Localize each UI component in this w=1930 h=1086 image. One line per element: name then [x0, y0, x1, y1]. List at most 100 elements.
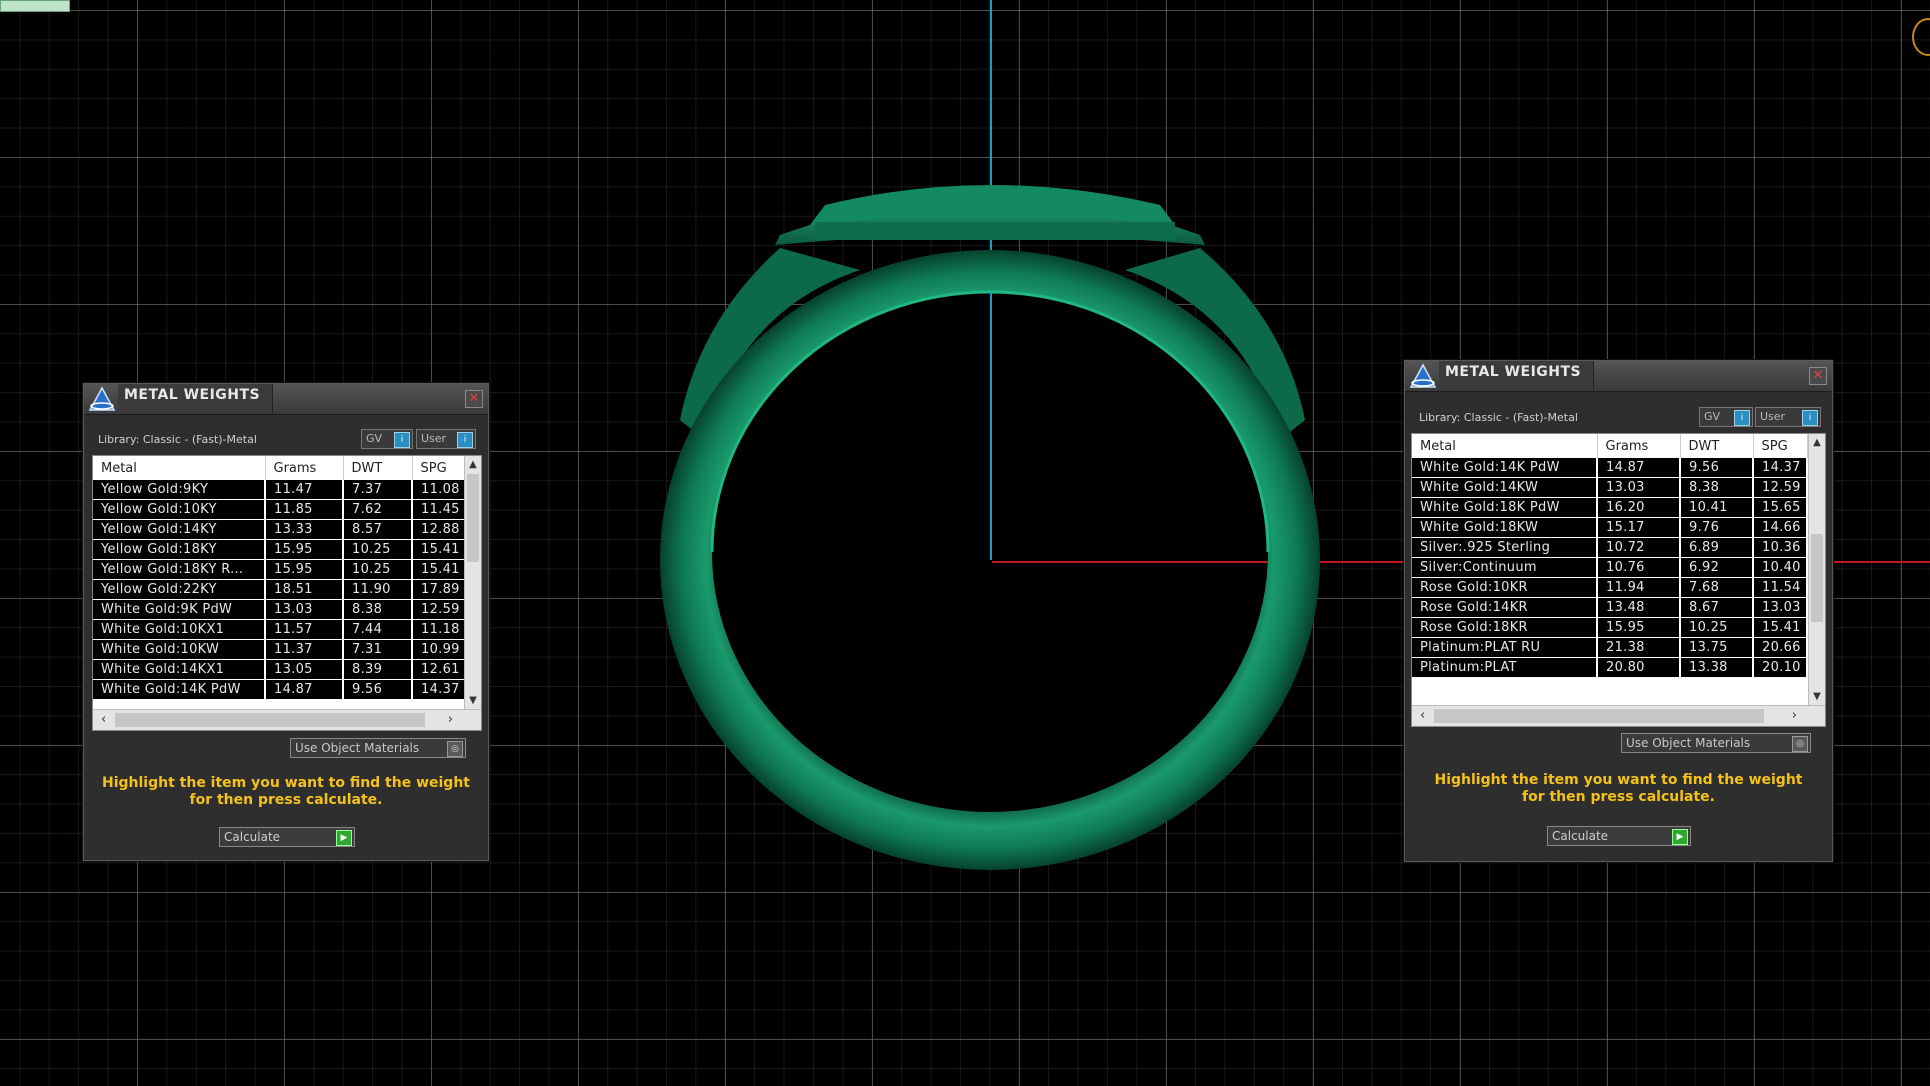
table-cell-grams: 15.95	[265, 539, 344, 560]
table-cell-spg: 12.59	[412, 599, 466, 620]
table-row[interactable]: Platinum:PLAT 20.80 13.38 20.10	[1412, 657, 1808, 678]
user-toggle[interactable]: User i	[1755, 407, 1821, 427]
library-row: Library: Classic - (Fast)-Metal GV i Use…	[1405, 405, 1832, 429]
metal-table[interactable]: Metal Grams DWT SPG Yellow Gold:9KY 11.47 7.3…	[92, 455, 482, 731]
use-object-materials-dropdown[interactable]: Use Object Materials ◎	[290, 738, 466, 758]
table-row[interactable]: Rose Gold:18KR 15.95 10.25 15.41	[1412, 617, 1808, 638]
instruction-line-2: for then press calculate.	[189, 792, 383, 808]
gv-toggle[interactable]: GV i	[1699, 407, 1753, 427]
calculate-label: Calculate	[1552, 829, 1609, 843]
calculate-label: Calculate	[224, 830, 281, 844]
scroll-left-icon[interactable]: ‹	[1420, 708, 1425, 723]
column-header-grams[interactable]: Grams	[265, 456, 344, 480]
table-row[interactable]: Yellow Gold:10KY 11.85 7.62 11.45	[93, 499, 466, 520]
table-cell-grams: 11.85	[265, 499, 344, 520]
table-row[interactable]: White Gold:18KW 15.17 9.76 14.66	[1412, 517, 1808, 538]
table-cell-spg: 11.54	[1753, 577, 1808, 598]
table-row[interactable]: Yellow Gold:22KY 18.51 11.90 17.89	[93, 579, 466, 600]
table-row[interactable]: White Gold:14K PdW 14.87 9.56 14.37	[1412, 458, 1808, 478]
scroll-thumb[interactable]	[467, 474, 479, 562]
panel-title-bar[interactable]: METAL WEIGHTS ✕	[1405, 361, 1832, 392]
column-header-spg[interactable]: SPG	[412, 456, 466, 480]
table-cell-dwt: 8.38	[343, 599, 413, 620]
panel-title-bar[interactable]: METAL WEIGHTS ✕	[84, 384, 488, 415]
gv-info-icon: i	[1734, 410, 1750, 426]
instruction-line-2: for then press calculate.	[1521, 789, 1715, 805]
library-label: Library: Classic - (Fast)-Metal	[98, 433, 257, 446]
table-row[interactable]: Yellow Gold:18KY 15.95 10.25 15.41	[93, 539, 466, 560]
table-cell-dwt: 10.25	[343, 559, 413, 580]
vertical-scrollbar[interactable]: ▲ ▼	[1808, 434, 1825, 706]
user-toggle[interactable]: User i	[416, 429, 476, 449]
table-row[interactable]: Yellow Gold:9KY 11.47 7.37 11.08	[93, 480, 466, 500]
table-cell-spg: 15.41	[1753, 617, 1808, 638]
table-row[interactable]: White Gold:10KX1 11.57 7.44 11.18	[93, 619, 466, 640]
column-header-spg[interactable]: SPG	[1753, 434, 1808, 458]
dropdown-icon: ◎	[1792, 736, 1808, 752]
table-cell-dwt: 9.56	[1680, 458, 1754, 478]
table-cell-dwt: 8.57	[343, 519, 413, 540]
use-object-materials-dropdown[interactable]: Use Object Materials ◎	[1621, 733, 1811, 753]
table-row[interactable]: White Gold:14K PdW 14.87 9.56 14.37	[93, 679, 466, 700]
table-header-row: Metal Grams DWT SPG	[93, 456, 466, 480]
table-cell-dwt: 7.62	[343, 499, 413, 520]
scroll-right-icon[interactable]: ›	[448, 712, 453, 727]
table-cell-metal: Silver:Continuum	[1412, 557, 1598, 578]
table-cell-metal: Yellow Gold:22KY	[93, 579, 266, 600]
vertical-scrollbar[interactable]: ▲ ▼	[464, 456, 481, 710]
table-cell-dwt: 7.37	[343, 480, 413, 500]
column-header-metal[interactable]: Metal	[93, 456, 266, 480]
hscroll-thumb[interactable]	[115, 713, 425, 727]
table-cell-metal: White Gold:10KW	[93, 639, 266, 660]
column-header-dwt[interactable]: DWT	[1680, 434, 1754, 458]
close-icon[interactable]: ✕	[1809, 367, 1827, 385]
table-cell-grams: 13.03	[1597, 477, 1681, 498]
calculate-button[interactable]: Calculate ▶	[1547, 826, 1691, 846]
scroll-up-icon[interactable]: ▲	[1809, 436, 1825, 450]
horizontal-scrollbar[interactable]: ‹ ›	[93, 709, 481, 730]
table-row[interactable]: Yellow Gold:18KY R... 15.95 10.25 15.41	[93, 559, 466, 580]
library-label: Library: Classic - (Fast)-Metal	[1419, 411, 1578, 424]
table-row[interactable]: Platinum:PLAT RU 21.38 13.75 20.66	[1412, 637, 1808, 658]
scroll-right-icon[interactable]: ›	[1792, 708, 1797, 723]
table-cell-metal: Rose Gold:14KR	[1412, 597, 1598, 618]
scroll-thumb[interactable]	[1811, 534, 1823, 622]
table-cell-dwt: 8.38	[1680, 477, 1754, 498]
use-object-materials-label: Use Object Materials	[1626, 736, 1751, 750]
table-cell-dwt: 6.89	[1680, 537, 1754, 558]
metal-table[interactable]: Metal Grams DWT SPG White Gold:14K PdW 14.87…	[1411, 433, 1826, 727]
table-row[interactable]: White Gold:14KX1 13.05 8.39 12.61	[93, 659, 466, 680]
table-cell-metal: White Gold:14K PdW	[1412, 458, 1598, 478]
scroll-left-icon[interactable]: ‹	[101, 712, 106, 727]
user-toggle-label: User	[421, 432, 447, 445]
column-header-grams[interactable]: Grams	[1597, 434, 1681, 458]
hscroll-thumb[interactable]	[1434, 709, 1764, 723]
play-icon: ▶	[336, 830, 352, 846]
table-cell-metal: Rose Gold:18KR	[1412, 617, 1598, 638]
scroll-down-icon[interactable]: ▼	[465, 694, 481, 708]
column-header-dwt[interactable]: DWT	[343, 456, 413, 480]
column-header-metal[interactable]: Metal	[1412, 434, 1598, 458]
close-icon[interactable]: ✕	[465, 390, 483, 408]
table-header-row: Metal Grams DWT SPG	[1412, 434, 1808, 458]
table-row[interactable]: White Gold:18K PdW 16.20 10.41 15.65	[1412, 497, 1808, 518]
table-row[interactable]: White Gold:9K PdW 13.03 8.38 12.59	[93, 599, 466, 620]
horizontal-scrollbar[interactable]: ‹ ›	[1412, 705, 1825, 726]
scroll-down-icon[interactable]: ▼	[1809, 690, 1825, 704]
table-row[interactable]: Rose Gold:14KR 13.48 8.67 13.03	[1412, 597, 1808, 618]
table-cell-grams: 11.94	[1597, 577, 1681, 598]
table-row[interactable]: Silver:Continuum 10.76 6.92 10.40	[1412, 557, 1808, 578]
table-row[interactable]: White Gold:14KW 13.03 8.38 12.59	[1412, 477, 1808, 498]
table-cell-grams: 10.72	[1597, 537, 1681, 558]
scroll-up-icon[interactable]: ▲	[465, 458, 481, 472]
table-cell-grams: 11.47	[265, 480, 344, 500]
table-cell-metal: Platinum:PLAT RU	[1412, 637, 1598, 658]
table-cell-metal: Platinum:PLAT	[1412, 657, 1598, 678]
table-cell-grams: 11.37	[265, 639, 344, 660]
table-row[interactable]: Silver:.925 Sterling 10.72 6.89 10.36	[1412, 537, 1808, 558]
gv-toggle[interactable]: GV i	[361, 429, 413, 449]
table-row[interactable]: Rose Gold:10KR 11.94 7.68 11.54	[1412, 577, 1808, 598]
table-row[interactable]: White Gold:10KW 11.37 7.31 10.99	[93, 639, 466, 660]
calculate-button[interactable]: Calculate ▶	[219, 827, 355, 847]
table-row[interactable]: Yellow Gold:14KY 13.33 8.57 12.88	[93, 519, 466, 540]
